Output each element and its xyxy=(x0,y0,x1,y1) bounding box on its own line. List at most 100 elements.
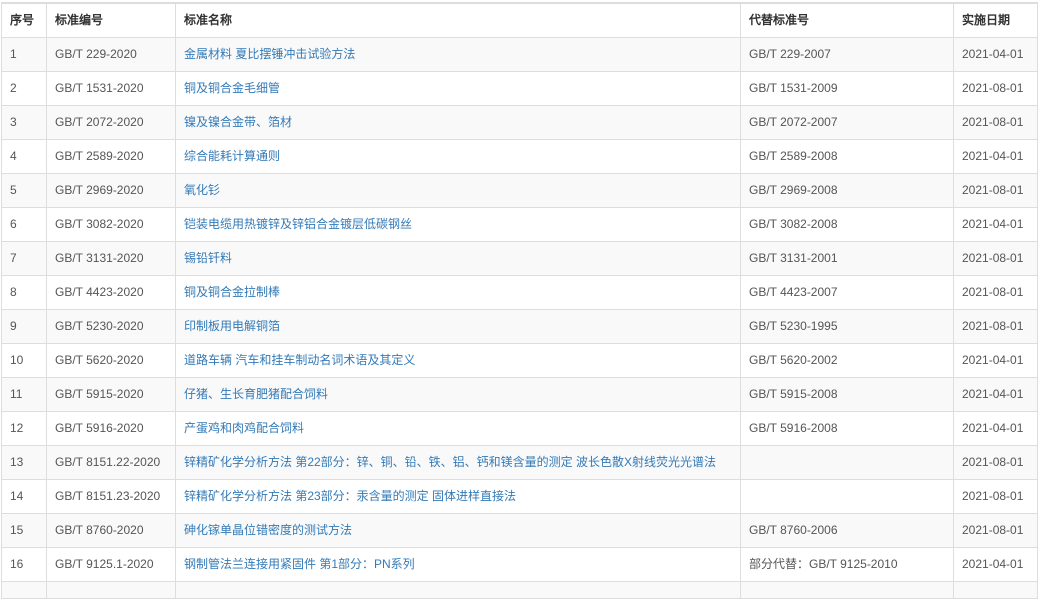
cell-index: 10 xyxy=(2,344,47,378)
standard-name-link[interactable]: 砷化镓单晶位错密度的测试方法 xyxy=(184,523,352,537)
cell-code: GB/T 1531-2020 xyxy=(47,72,176,106)
standard-name-link[interactable]: 综合能耗计算通则 xyxy=(184,149,280,163)
table-row: 8 GB/T 4423-2020 铜及铜合金拉制棒 GB/T 4423-2007… xyxy=(2,276,1038,310)
standard-name-link[interactable]: 仔猪、生长育肥猪配合饲料 xyxy=(184,387,328,401)
cell-name: 仔猪、生长育肥猪配合饲料 xyxy=(176,378,741,412)
cell-date: 2021-08-01 xyxy=(954,174,1038,208)
cell-code: GB/T 5620-2020 xyxy=(47,344,176,378)
cell-code: GB/T 9125.1-2020 xyxy=(47,548,176,582)
cell-name: 锌精矿化学分析方法 第22部分：锌、铜、铅、铁、铝、钙和镁含量的测定 波长色散X… xyxy=(176,446,741,480)
header-row: 序号 标准编号 标准名称 代替标准号 实施日期 xyxy=(2,3,1038,38)
cell-index: 5 xyxy=(2,174,47,208)
cell-name: 金属材料 夏比摆锤冲击试验方法 xyxy=(176,38,741,72)
table-row: 9 GB/T 5230-2020 印制板用电解铜箔 GB/T 5230-1995… xyxy=(2,310,1038,344)
cell-replaced: GB/T 2969-2008 xyxy=(741,174,954,208)
standards-table: 序号 标准编号 标准名称 代替标准号 实施日期 1 GB/T 229-2020 … xyxy=(1,2,1038,599)
cell-code: GB/T 5915-2020 xyxy=(47,378,176,412)
cell-date: 2021-08-01 xyxy=(954,276,1038,310)
cell-date: 2021-04-01 xyxy=(954,344,1038,378)
cell-replaced xyxy=(741,480,954,514)
col-header-date: 实施日期 xyxy=(954,3,1038,38)
cell-index: 3 xyxy=(2,106,47,140)
table-row: 13 GB/T 8151.22-2020 锌精矿化学分析方法 第22部分：锌、铜… xyxy=(2,446,1038,480)
cell-name: 氧化钐 xyxy=(176,174,741,208)
cell-replaced: GB/T 8760-2006 xyxy=(741,514,954,548)
table-row: 3 GB/T 2072-2020 镍及镍合金带、箔材 GB/T 2072-200… xyxy=(2,106,1038,140)
cell-index: 4 xyxy=(2,140,47,174)
table-row: 4 GB/T 2589-2020 综合能耗计算通则 GB/T 2589-2008… xyxy=(2,140,1038,174)
table-row: 6 GB/T 3082-2020 铠装电缆用热镀锌及锌铝合金镀层低碳钢丝 GB/… xyxy=(2,208,1038,242)
table-row: 10 GB/T 5620-2020 道路车辆 汽车和挂车制动名词术语及其定义 G… xyxy=(2,344,1038,378)
cell-code: GB/T 3082-2020 xyxy=(47,208,176,242)
standard-name-link[interactable]: 产蛋鸡和肉鸡配合饲料 xyxy=(184,421,304,435)
standard-name-link[interactable]: 镍及镍合金带、箔材 xyxy=(184,115,292,129)
cell-name: 产蛋鸡和肉鸡配合饲料 xyxy=(176,412,741,446)
cell-name: 道路车辆 汽车和挂车制动名词术语及其定义 xyxy=(176,344,741,378)
standard-name-link[interactable]: 锌精矿化学分析方法 第23部分：汞含量的测定 固体进样直接法 xyxy=(184,489,516,503)
col-header-index: 序号 xyxy=(2,3,47,38)
cell-code: GB/T 2072-2020 xyxy=(47,106,176,140)
cell-name: 锡铅钎料 xyxy=(176,242,741,276)
standard-name-link[interactable]: 印制板用电解铜箔 xyxy=(184,319,280,333)
cell-index: 12 xyxy=(2,412,47,446)
standard-name-link[interactable]: 钢制管法兰连接用紧固件 第1部分：PN系列 xyxy=(184,557,415,571)
cell-date: 2021-04-01 xyxy=(954,140,1038,174)
cell-name: 钢制管法兰连接用紧固件 第1部分：PN系列 xyxy=(176,548,741,582)
table-body: 1 GB/T 229-2020 金属材料 夏比摆锤冲击试验方法 GB/T 229… xyxy=(2,38,1038,599)
cell-replaced: GB/T 3082-2008 xyxy=(741,208,954,242)
standard-name-link[interactable]: 锡铅钎料 xyxy=(184,251,232,265)
col-header-replaced: 代替标准号 xyxy=(741,3,954,38)
table-row: 7 GB/T 3131-2020 锡铅钎料 GB/T 3131-2001 202… xyxy=(2,242,1038,276)
cell-index: 16 xyxy=(2,548,47,582)
cell-index: 7 xyxy=(2,242,47,276)
cell-replaced: GB/T 5620-2002 xyxy=(741,344,954,378)
table-header: 序号 标准编号 标准名称 代替标准号 实施日期 xyxy=(2,3,1038,38)
cell-code: GB/T 4423-2020 xyxy=(47,276,176,310)
cell-replaced: GB/T 5230-1995 xyxy=(741,310,954,344)
standard-name-link[interactable]: 金属材料 夏比摆锤冲击试验方法 xyxy=(184,47,355,61)
cell-replaced: 部分代替：GB/T 9125-2010 xyxy=(741,548,954,582)
cell-code: GB/T 5916-2020 xyxy=(47,412,176,446)
standard-name-link[interactable]: 铜及铜合金拉制棒 xyxy=(184,285,280,299)
cell-date: 2021-04-01 xyxy=(954,378,1038,412)
cell-index: 1 xyxy=(2,38,47,72)
standard-name-link[interactable]: 锌精矿化学分析方法 第22部分：锌、铜、铅、铁、铝、钙和镁含量的测定 波长色散X… xyxy=(184,455,716,469)
standard-name-link[interactable]: 铠装电缆用热镀锌及锌铝合金镀层低碳钢丝 xyxy=(184,217,412,231)
cell-date: 2021-04-01 xyxy=(954,548,1038,582)
cell-code: GB/T 8760-2020 xyxy=(47,514,176,548)
cell-name: 印制板用电解铜箔 xyxy=(176,310,741,344)
standard-name-link[interactable]: 铜及铜合金毛细管 xyxy=(184,81,280,95)
col-header-code: 标准编号 xyxy=(47,3,176,38)
cell-name: 综合能耗计算通则 xyxy=(176,140,741,174)
empty-cell xyxy=(2,582,47,599)
cell-code: GB/T 8151.23-2020 xyxy=(47,480,176,514)
table-row: 1 GB/T 229-2020 金属材料 夏比摆锤冲击试验方法 GB/T 229… xyxy=(2,38,1038,72)
cell-index: 15 xyxy=(2,514,47,548)
cell-name: 铠装电缆用热镀锌及锌铝合金镀层低碳钢丝 xyxy=(176,208,741,242)
cell-index: 11 xyxy=(2,378,47,412)
standard-name-link[interactable]: 氧化钐 xyxy=(184,183,220,197)
cell-replaced: GB/T 1531-2009 xyxy=(741,72,954,106)
table-row: 16 GB/T 9125.1-2020 钢制管法兰连接用紧固件 第1部分：PN系… xyxy=(2,548,1038,582)
cell-code: GB/T 8151.22-2020 xyxy=(47,446,176,480)
cell-date: 2021-08-01 xyxy=(954,480,1038,514)
cell-replaced: GB/T 5916-2008 xyxy=(741,412,954,446)
cell-replaced: GB/T 5915-2008 xyxy=(741,378,954,412)
cell-index: 9 xyxy=(2,310,47,344)
cell-replaced xyxy=(741,446,954,480)
cell-date: 2021-08-01 xyxy=(954,106,1038,140)
standard-name-link[interactable]: 道路车辆 汽车和挂车制动名词术语及其定义 xyxy=(184,353,415,367)
cell-date: 2021-08-01 xyxy=(954,72,1038,106)
cell-name: 砷化镓单晶位错密度的测试方法 xyxy=(176,514,741,548)
standards-table-container: 序号 标准编号 标准名称 代替标准号 实施日期 1 GB/T 229-2020 … xyxy=(1,2,1037,599)
empty-cell xyxy=(954,582,1038,599)
cell-replaced: GB/T 4423-2007 xyxy=(741,276,954,310)
table-row: 14 GB/T 8151.23-2020 锌精矿化学分析方法 第23部分：汞含量… xyxy=(2,480,1038,514)
cell-date: 2021-08-01 xyxy=(954,310,1038,344)
cell-code: GB/T 5230-2020 xyxy=(47,310,176,344)
cell-replaced: GB/T 2589-2008 xyxy=(741,140,954,174)
empty-cell xyxy=(47,582,176,599)
cell-name: 铜及铜合金毛细管 xyxy=(176,72,741,106)
cell-date: 2021-08-01 xyxy=(954,446,1038,480)
cell-date: 2021-04-01 xyxy=(954,208,1038,242)
